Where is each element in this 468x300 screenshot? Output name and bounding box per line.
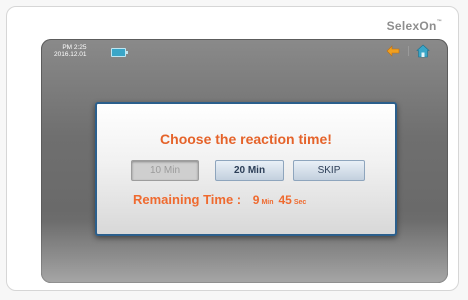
seconds-unit: Sec: [293, 199, 307, 206]
page-frame: SelexOn™ PM 2:25 2016.12.01 Choose the r…: [6, 6, 459, 291]
remaining-time-label: Remaining Time :: [133, 192, 242, 207]
minutes-unit: Min: [261, 199, 274, 206]
home-icon[interactable]: [416, 44, 430, 58]
battery-icon: [111, 48, 128, 57]
brand-logo: SelexOn™: [386, 19, 442, 33]
twenty-min-button[interactable]: 20 Min: [215, 160, 284, 181]
remaining-minutes: 9: [252, 193, 260, 207]
ten-min-button[interactable]: 10 Min: [131, 160, 199, 181]
back-arrow-icon[interactable]: [386, 45, 400, 57]
remaining-seconds: 45: [278, 193, 292, 207]
status-time: PM 2:25: [62, 44, 87, 51]
status-divider: [408, 46, 409, 56]
skip-button[interactable]: SKIP: [293, 160, 365, 181]
status-date: 2016.12.01: [54, 51, 87, 58]
dialog-title: Choose the reaction time!: [160, 131, 332, 147]
remaining-time: Remaining Time : 9 Min 45 Sec: [133, 192, 311, 207]
reaction-time-dialog: Choose the reaction time! 10 Min 20 Min …: [95, 102, 397, 236]
status-clock: PM 2:25 2016.12.01: [54, 44, 87, 58]
